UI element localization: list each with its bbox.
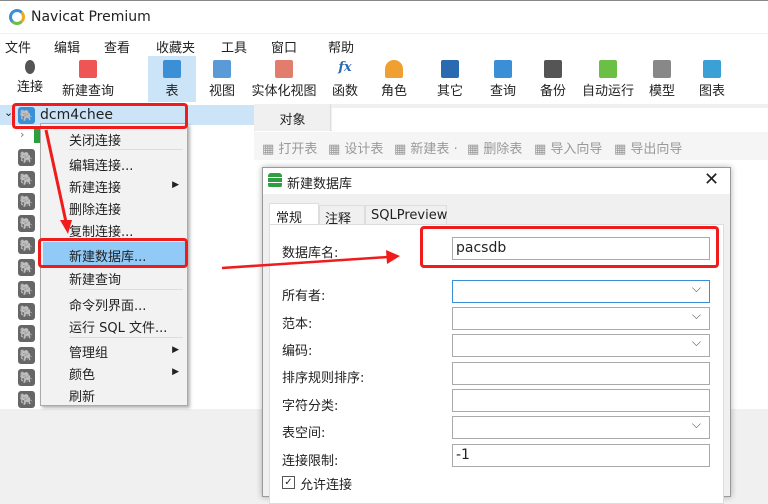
annotation-arrows — [44, 129, 400, 270]
arrow-head — [60, 220, 72, 234]
arrow-line — [221, 255, 389, 270]
arrow-head — [386, 250, 400, 264]
arrow-line — [44, 129, 68, 223]
